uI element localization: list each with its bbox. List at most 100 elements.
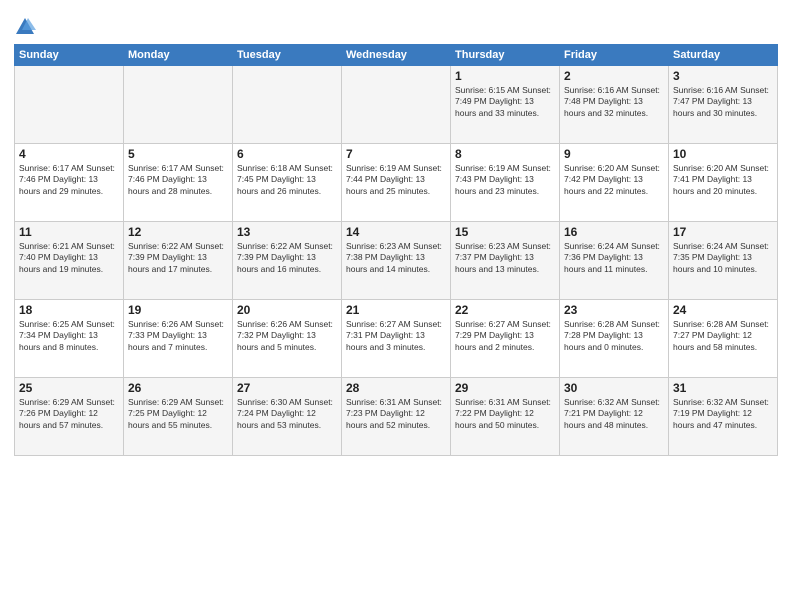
calendar-cell: 25Sunrise: 6:29 AM Sunset: 7:26 PM Dayli… (15, 378, 124, 456)
day-number: 29 (455, 381, 555, 395)
day-info: Sunrise: 6:21 AM Sunset: 7:40 PM Dayligh… (19, 241, 119, 275)
day-info: Sunrise: 6:19 AM Sunset: 7:44 PM Dayligh… (346, 163, 446, 197)
header-day-sunday: Sunday (15, 45, 124, 66)
calendar-cell: 14 Sunrise: 6:23 AM Sunset: 7:38 PM Dayli… (342, 222, 451, 300)
calendar-cell (124, 66, 233, 144)
day-info: Sunrise: 6:28 AM Sunset: 7:28 PM Dayligh… (564, 319, 664, 353)
day-number: 2 (564, 69, 664, 83)
calendar-cell: 5Sunrise: 6:17 AM Sunset: 7:46 PM Daylig… (124, 144, 233, 222)
header-day-saturday: Saturday (669, 45, 778, 66)
calendar-cell: 16 Sunrise: 6:24 AM Sunset: 7:36 PM Dayli… (560, 222, 669, 300)
calendar-cell: 30 Sunrise: 6:32 AM Sunset: 7:21 PM Dayli… (560, 378, 669, 456)
day-info: Sunrise: 6:19 AM Sunset: 7:43 PM Dayligh… (455, 163, 555, 197)
day-info: Sunrise: 6:16 AM Sunset: 7:48 PM Dayligh… (564, 85, 664, 119)
calendar-cell: 31 Sunrise: 6:32 AM Sunset: 7:19 PM Dayli… (669, 378, 778, 456)
week-row-3: 11 Sunrise: 6:21 AM Sunset: 7:40 PM Dayli… (15, 222, 778, 300)
day-number: 28 (346, 381, 446, 395)
calendar-cell: 7 Sunrise: 6:19 AM Sunset: 7:44 PM Daylig… (342, 144, 451, 222)
calendar-cell: 22 Sunrise: 6:27 AM Sunset: 7:29 PM Dayli… (451, 300, 560, 378)
day-info: Sunrise: 6:27 AM Sunset: 7:31 PM Dayligh… (346, 319, 446, 353)
week-row-2: 4 Sunrise: 6:17 AM Sunset: 7:46 PM Daylig… (15, 144, 778, 222)
day-number: 11 (19, 225, 119, 239)
day-number: 18 (19, 303, 119, 317)
day-number: 31 (673, 381, 773, 395)
day-info: Sunrise: 6:16 AM Sunset: 7:47 PM Dayligh… (673, 85, 773, 119)
day-info: Sunrise: 6:15 AM Sunset: 7:49 PM Dayligh… (455, 85, 555, 119)
day-info: Sunrise: 6:23 AM Sunset: 7:37 PM Dayligh… (455, 241, 555, 275)
calendar-cell: 29 Sunrise: 6:31 AM Sunset: 7:22 PM Dayli… (451, 378, 560, 456)
day-number: 17 (673, 225, 773, 239)
calendar-cell: 11 Sunrise: 6:21 AM Sunset: 7:40 PM Dayli… (15, 222, 124, 300)
logo-icon (14, 16, 36, 38)
calendar-cell: 3 Sunrise: 6:16 AM Sunset: 7:47 PM Daylig… (669, 66, 778, 144)
day-number: 1 (455, 69, 555, 83)
calendar-cell: 9 Sunrise: 6:20 AM Sunset: 7:42 PM Daylig… (560, 144, 669, 222)
calendar-cell: 19 Sunrise: 6:26 AM Sunset: 7:33 PM Dayli… (124, 300, 233, 378)
day-info: Sunrise: 6:24 AM Sunset: 7:36 PM Dayligh… (564, 241, 664, 275)
day-info: Sunrise: 6:24 AM Sunset: 7:35 PM Dayligh… (673, 241, 773, 275)
header-day-tuesday: Tuesday (233, 45, 342, 66)
day-info: Sunrise: 6:32 AM Sunset: 7:19 PM Dayligh… (673, 397, 773, 431)
day-number: 7 (346, 147, 446, 161)
calendar-cell: 6Sunrise: 6:18 AM Sunset: 7:45 PM Daylig… (233, 144, 342, 222)
calendar-cell: 18 Sunrise: 6:25 AM Sunset: 7:34 PM Dayli… (15, 300, 124, 378)
header (14, 10, 778, 38)
day-number: 12 (128, 225, 228, 239)
day-info: Sunrise: 6:20 AM Sunset: 7:41 PM Dayligh… (673, 163, 773, 197)
day-number: 22 (455, 303, 555, 317)
calendar-cell: 8Sunrise: 6:19 AM Sunset: 7:43 PM Daylig… (451, 144, 560, 222)
day-number: 25 (19, 381, 119, 395)
calendar-cell (342, 66, 451, 144)
day-info: Sunrise: 6:31 AM Sunset: 7:23 PM Dayligh… (346, 397, 446, 431)
day-info: Sunrise: 6:22 AM Sunset: 7:39 PM Dayligh… (128, 241, 228, 275)
day-info: Sunrise: 6:28 AM Sunset: 7:27 PM Dayligh… (673, 319, 773, 353)
day-info: Sunrise: 6:25 AM Sunset: 7:34 PM Dayligh… (19, 319, 119, 353)
day-info: Sunrise: 6:26 AM Sunset: 7:32 PM Dayligh… (237, 319, 337, 353)
calendar-cell: 13Sunrise: 6:22 AM Sunset: 7:39 PM Dayli… (233, 222, 342, 300)
calendar-cell: 4 Sunrise: 6:17 AM Sunset: 7:46 PM Daylig… (15, 144, 124, 222)
day-info: Sunrise: 6:20 AM Sunset: 7:42 PM Dayligh… (564, 163, 664, 197)
calendar-cell: 2 Sunrise: 6:16 AM Sunset: 7:48 PM Daylig… (560, 66, 669, 144)
day-info: Sunrise: 6:22 AM Sunset: 7:39 PM Dayligh… (237, 241, 337, 275)
day-number: 14 (346, 225, 446, 239)
day-info: Sunrise: 6:17 AM Sunset: 7:46 PM Dayligh… (19, 163, 119, 197)
day-number: 16 (564, 225, 664, 239)
calendar-cell: 26 Sunrise: 6:29 AM Sunset: 7:25 PM Dayli… (124, 378, 233, 456)
calendar-cell (233, 66, 342, 144)
day-number: 30 (564, 381, 664, 395)
calendar-cell: 12 Sunrise: 6:22 AM Sunset: 7:39 PM Dayli… (124, 222, 233, 300)
day-info: Sunrise: 6:32 AM Sunset: 7:21 PM Dayligh… (564, 397, 664, 431)
calendar-cell: 23Sunrise: 6:28 AM Sunset: 7:28 PM Dayli… (560, 300, 669, 378)
calendar-cell: 1 Sunrise: 6:15 AM Sunset: 7:49 PM Daylig… (451, 66, 560, 144)
day-number: 4 (19, 147, 119, 161)
day-number: 10 (673, 147, 773, 161)
day-info: Sunrise: 6:31 AM Sunset: 7:22 PM Dayligh… (455, 397, 555, 431)
day-number: 26 (128, 381, 228, 395)
day-number: 3 (673, 69, 773, 83)
calendar-cell: 20 Sunrise: 6:26 AM Sunset: 7:32 PM Dayli… (233, 300, 342, 378)
calendar-cell: 28 Sunrise: 6:31 AM Sunset: 7:23 PM Dayli… (342, 378, 451, 456)
page: SundayMondayTuesdayWednesdayThursdayFrid… (0, 0, 792, 612)
day-number: 20 (237, 303, 337, 317)
calendar-cell: 27Sunrise: 6:30 AM Sunset: 7:24 PM Dayli… (233, 378, 342, 456)
day-number: 19 (128, 303, 228, 317)
header-day-wednesday: Wednesday (342, 45, 451, 66)
day-info: Sunrise: 6:29 AM Sunset: 7:25 PM Dayligh… (128, 397, 228, 431)
day-info: Sunrise: 6:27 AM Sunset: 7:29 PM Dayligh… (455, 319, 555, 353)
week-row-5: 25Sunrise: 6:29 AM Sunset: 7:26 PM Dayli… (15, 378, 778, 456)
day-number: 21 (346, 303, 446, 317)
day-info: Sunrise: 6:23 AM Sunset: 7:38 PM Dayligh… (346, 241, 446, 275)
day-info: Sunrise: 6:30 AM Sunset: 7:24 PM Dayligh… (237, 397, 337, 431)
logo (14, 14, 40, 38)
day-info: Sunrise: 6:17 AM Sunset: 7:46 PM Dayligh… (128, 163, 228, 197)
week-row-4: 18 Sunrise: 6:25 AM Sunset: 7:34 PM Dayli… (15, 300, 778, 378)
day-info: Sunrise: 6:18 AM Sunset: 7:45 PM Dayligh… (237, 163, 337, 197)
header-row: SundayMondayTuesdayWednesdayThursdayFrid… (15, 45, 778, 66)
calendar-cell: 10 Sunrise: 6:20 AM Sunset: 7:41 PM Dayli… (669, 144, 778, 222)
calendar-cell (15, 66, 124, 144)
calendar-table: SundayMondayTuesdayWednesdayThursdayFrid… (14, 44, 778, 456)
day-number: 9 (564, 147, 664, 161)
calendar-cell: 21 Sunrise: 6:27 AM Sunset: 7:31 PM Dayli… (342, 300, 451, 378)
calendar-cell: 24Sunrise: 6:28 AM Sunset: 7:27 PM Dayli… (669, 300, 778, 378)
day-info: Sunrise: 6:26 AM Sunset: 7:33 PM Dayligh… (128, 319, 228, 353)
